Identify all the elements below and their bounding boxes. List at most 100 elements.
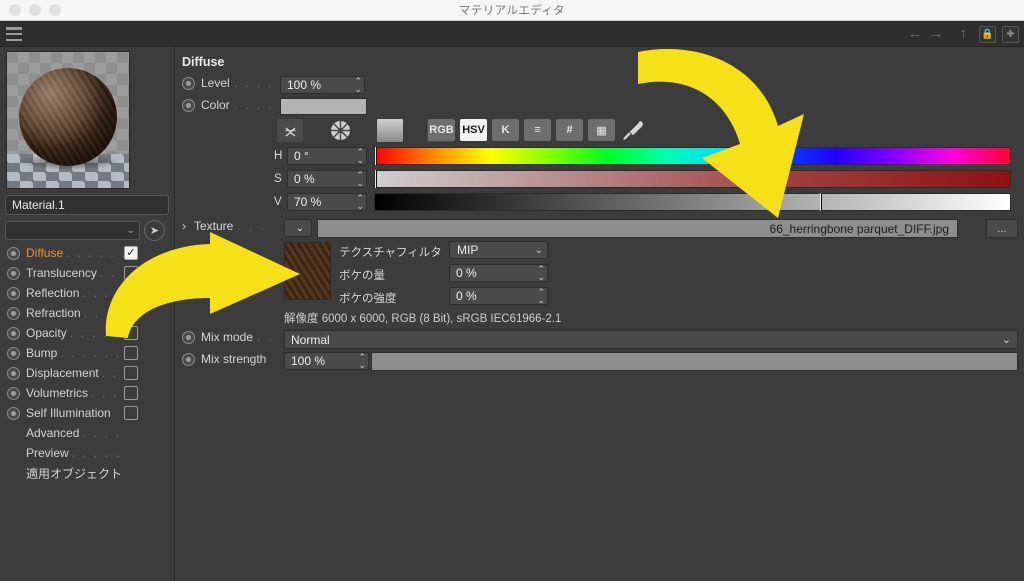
sidebar-item-label: Opacity	[26, 326, 67, 340]
lock-icon[interactable]: 🔒	[979, 25, 996, 43]
color-radio[interactable]	[182, 98, 195, 112]
channel-checkbox[interactable]: ✓	[124, 286, 138, 300]
blur-scale-value: 0 %	[456, 289, 477, 303]
chevron-right-icon[interactable]: ›	[182, 219, 186, 233]
sidebar-item-preview[interactable]: Preview. . . . . .✓	[0, 443, 175, 463]
channel-checkbox[interactable]: ✓	[124, 406, 138, 420]
level-value: 100 %	[287, 78, 322, 92]
mix-strength-input[interactable]: 100 % ⌃ ⌄	[284, 352, 369, 370]
color-mode-k-button[interactable]: K	[492, 119, 519, 141]
hsv-s-slider[interactable]	[374, 170, 1011, 188]
stepper-icon[interactable]: ⌃ ⌄	[356, 194, 364, 211]
title-bar: マテリアルエディタ	[0, 0, 1024, 21]
hsv-v-slider[interactable]	[374, 193, 1011, 211]
mix-strength-radio[interactable]	[182, 352, 195, 366]
channel-checkbox[interactable]: ✓	[124, 366, 138, 380]
sidebar-item-diffuse[interactable]: Diffuse. . . . . . .✓	[0, 243, 175, 263]
stepper-icon[interactable]: ⌃ ⌄	[356, 171, 364, 188]
swatch-grid-icon[interactable]: ▦	[588, 119, 615, 141]
texture-filter-label: テクスチャフィルタ	[339, 247, 442, 259]
channel-radio[interactable]	[7, 406, 20, 420]
sidebar-item-適用オブジェクト[interactable]: 適用オブジェクト✓	[0, 463, 175, 483]
hsv-h-input[interactable]: 0 ° ⌃ ⌄	[287, 147, 367, 165]
stepper-icon[interactable]: ⌃ ⌄	[537, 265, 545, 282]
material-name-input[interactable]: Material.1	[5, 195, 169, 215]
sidebar-item-volumetrics[interactable]: Volumetrics. . . ✓	[0, 383, 175, 403]
arrow-right-icon[interactable]: →	[929, 24, 944, 44]
sidebar-item-reflection[interactable]: Reflection. . . .✓	[0, 283, 175, 303]
sidebar-item-opacity[interactable]: Opacity. . . . . .✓	[0, 323, 175, 343]
texture-dropdown[interactable]: ⌄	[284, 219, 312, 237]
hsv-h-slider[interactable]	[374, 147, 1011, 165]
eyedropper-icon[interactable]	[620, 117, 646, 148]
color-wheel-icon[interactable]	[326, 118, 354, 143]
stepper-icon[interactable]: ⌃ ⌄	[358, 353, 366, 370]
channel-radio[interactable]	[7, 246, 20, 260]
material-preview[interactable]	[6, 51, 130, 189]
sidebar-item-translucency[interactable]: Translucency. . ✓	[0, 263, 175, 283]
sidebar-item-displacement[interactable]: Displacement. . ✓	[0, 363, 175, 383]
color-swatch[interactable]	[280, 98, 367, 115]
texture-thumbnail[interactable]	[284, 242, 331, 300]
channel-checkbox[interactable]: ✓	[124, 266, 138, 280]
sidebar-item-self-illumination[interactable]: Self Illumination ✓	[0, 403, 175, 423]
color-mode-hsv-button[interactable]: HSV	[460, 119, 487, 141]
material-editor-window: マテリアルエディタ ← → ↑ 🔒 ✚ Material.1 ⌄ ➤ Diffu…	[0, 0, 1024, 581]
texture-row: › Texture . . .	[182, 219, 266, 233]
slider-handle[interactable]	[375, 170, 377, 188]
color-row: Color . . . . ⌄	[182, 98, 288, 112]
channel-radio[interactable]	[7, 366, 20, 380]
stepper-icon[interactable]: ⌃ ⌄	[537, 288, 545, 305]
channel-checkbox[interactable]: ✓	[124, 246, 138, 260]
level-radio[interactable]	[182, 76, 195, 90]
mix-strength-row: Mix strength	[182, 352, 266, 366]
sliders-icon[interactable]: ≡	[524, 119, 551, 141]
material-selector-dropdown[interactable]: ⌄	[5, 220, 140, 240]
channel-radio[interactable]	[7, 346, 20, 360]
arrow-left-icon[interactable]: ←	[908, 24, 923, 44]
channel-radio[interactable]	[7, 266, 20, 280]
hamburger-icon[interactable]	[6, 27, 22, 41]
channel-checkbox[interactable]: ✓	[124, 346, 138, 360]
hsv-s-input[interactable]: 0 % ⌃ ⌄	[287, 170, 367, 188]
blur-offset-input[interactable]: 0 % ⌃ ⌄	[449, 264, 548, 282]
channel-checkbox[interactable]: ✓	[124, 326, 138, 340]
arrow-up-icon[interactable]: ↑	[960, 24, 968, 44]
add-icon[interactable]: ✚	[1002, 25, 1019, 43]
color-mode-rgb-button[interactable]: RGB	[428, 119, 455, 141]
cursor-picker-icon[interactable]: ➤	[144, 219, 165, 241]
mix-mode-value: Normal	[291, 332, 330, 347]
sidebar-item-label: Refraction	[26, 306, 81, 320]
sidebar-item-label: Self Illumination	[26, 406, 111, 420]
sidebar-item-refraction[interactable]: Refraction. . . .✓	[0, 303, 175, 323]
stepper-icon[interactable]: ⌃ ⌄	[356, 148, 364, 165]
slider-handle[interactable]	[819, 193, 822, 211]
collapse-expand-icon[interactable]	[276, 118, 304, 143]
channel-radio[interactable]	[7, 286, 20, 300]
hex-icon[interactable]: #	[556, 119, 583, 141]
texture-path-field[interactable]: 66_herringbone parquet_DIFF.jpg	[317, 219, 958, 238]
channel-radio[interactable]	[7, 326, 20, 340]
slider-handle[interactable]	[375, 147, 377, 165]
texture-browse-button[interactable]: ...	[986, 219, 1018, 238]
color-label: Color	[201, 98, 230, 112]
blur-scale-input[interactable]: 0 % ⌃ ⌄	[449, 287, 548, 305]
sidebar-item-bump[interactable]: Bump. . . . . . . .✓	[0, 343, 175, 363]
mix-mode-radio[interactable]	[182, 330, 195, 344]
channel-checkbox[interactable]: ✓	[124, 386, 138, 400]
hsv-key-label: S	[274, 173, 282, 185]
hsv-value: 70 %	[294, 195, 322, 209]
channel-radio[interactable]	[7, 306, 20, 320]
gradient-swatch-icon[interactable]	[376, 118, 404, 143]
texture-filter-select[interactable]: MIP ⌄	[449, 241, 548, 259]
mix-mode-select[interactable]: Normal ⌄	[284, 330, 1018, 349]
hsv-value: 0 %	[294, 172, 315, 186]
stepper-icon[interactable]: ⌃ ⌄	[354, 77, 362, 94]
hsv-v-input[interactable]: 70 % ⌃ ⌄	[287, 193, 367, 211]
channel-radio[interactable]	[7, 386, 20, 400]
sidebar-item-advanced[interactable]: Advanced. . . .✓	[0, 423, 175, 443]
channel-checkbox[interactable]: ✓	[124, 306, 138, 320]
window-title: マテリアルエディタ	[458, 5, 566, 17]
mix-strength-slider[interactable]	[371, 352, 1018, 371]
level-input[interactable]: 100 % ⌃ ⌄	[280, 76, 365, 94]
